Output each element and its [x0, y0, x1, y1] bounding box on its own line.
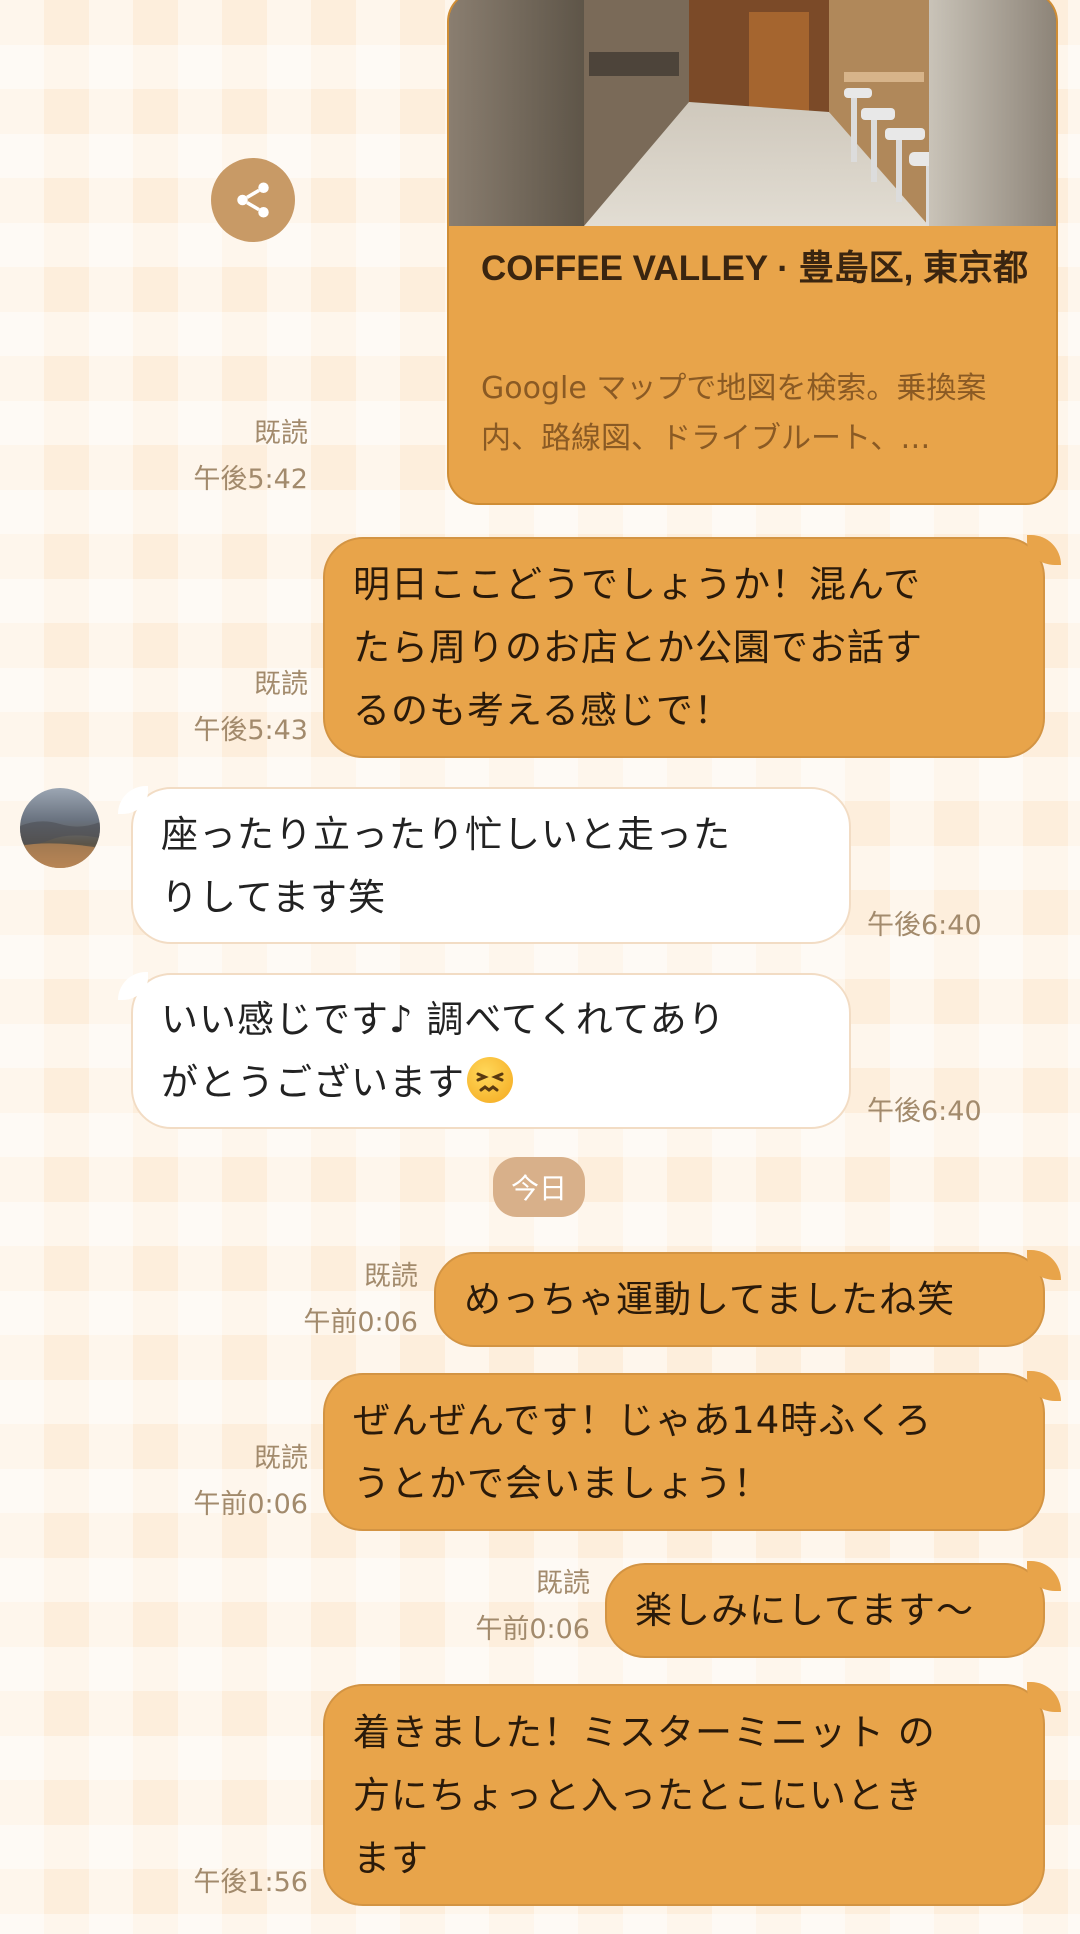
timestamp: 午前0:06	[193, 1489, 308, 1520]
timestamp: 午後5:43	[193, 715, 308, 746]
timestamp: 午前0:06	[475, 1614, 590, 1645]
link-card-description: Google マップで地図を検索。乗換案内、路線図、ドライブルート、…	[481, 371, 987, 456]
link-card[interactable]: COFFEE VALLEY · 豊島区, 東京都 Google マップで地図を検…	[447, 0, 1058, 505]
message-line: いい感じです♪ 調べてくれてあり	[161, 998, 726, 1041]
persevering-face-icon	[467, 1057, 513, 1103]
read-receipt: 既読	[254, 669, 308, 700]
message-line: ぜんぜんです！じゃあ14時ふくろ	[353, 1399, 933, 1442]
share-button[interactable]	[211, 158, 295, 242]
message-bubble-outgoing[interactable]: 明日ここどうでしょうか！混んで たら周りのお店とか公園でお話す るのも考える感じ…	[323, 537, 1045, 758]
timestamp: 午後6:40	[867, 910, 982, 941]
message-bubble-incoming[interactable]: いい感じです♪ 調べてくれてあり がとうございます	[131, 973, 851, 1129]
message-line: 座ったり立ったり忙しいと走った	[161, 812, 731, 856]
timestamp: 午後5:42	[193, 464, 308, 495]
message-line: たら周りのお店とか公園でお話す	[353, 626, 923, 669]
link-card-photo	[449, 0, 1056, 226]
message-line: めっちゃ運動してましたね笑	[464, 1278, 956, 1321]
message-line: 楽しみにしてます〜	[635, 1589, 975, 1632]
share-icon	[237, 182, 269, 218]
read-receipt: 既読	[364, 1261, 418, 1292]
message-line: ます	[353, 1836, 429, 1880]
read-receipt: 既読	[254, 1443, 308, 1474]
read-receipt: 既読	[254, 418, 308, 449]
message-line: 着きました！ミスターミニット の	[353, 1710, 936, 1754]
timestamp: 午後1:56	[193, 1867, 308, 1898]
message-line: りしてます笑	[161, 875, 387, 919]
message-bubble-outgoing[interactable]: めっちゃ運動してましたね笑	[434, 1252, 1045, 1347]
message-line: うとかで会いましょう！	[353, 1462, 771, 1505]
message-line: 方にちょっと入ったとこにいとき	[353, 1773, 923, 1817]
message-bubble-incoming[interactable]: 座ったり立ったり忙しいと走った りしてます笑	[131, 787, 851, 944]
read-receipt: 既読	[536, 1568, 590, 1599]
timestamp: 午前0:06	[303, 1307, 418, 1338]
contact-avatar[interactable]	[20, 788, 100, 868]
message-bubble-outgoing[interactable]: 楽しみにしてます〜	[605, 1563, 1045, 1658]
link-card-title[interactable]: COFFEE VALLEY · 豊島区, 東京都	[481, 242, 1036, 296]
avatar-image	[20, 821, 100, 868]
message-line: がとうございます	[161, 1061, 465, 1104]
message-line: るのも考える感じで！	[353, 689, 732, 732]
message-bubble-outgoing[interactable]: 着きました！ミスターミニット の 方にちょっと入ったとこにいとき ます	[323, 1684, 1045, 1906]
date-separator: 今日	[493, 1157, 585, 1217]
timestamp: 午後6:40	[867, 1096, 982, 1127]
message-line: 明日ここどうでしょうか！混んで	[353, 563, 922, 606]
message-bubble-outgoing[interactable]: ぜんぜんです！じゃあ14時ふくろ うとかで会いましょう！	[323, 1373, 1045, 1531]
